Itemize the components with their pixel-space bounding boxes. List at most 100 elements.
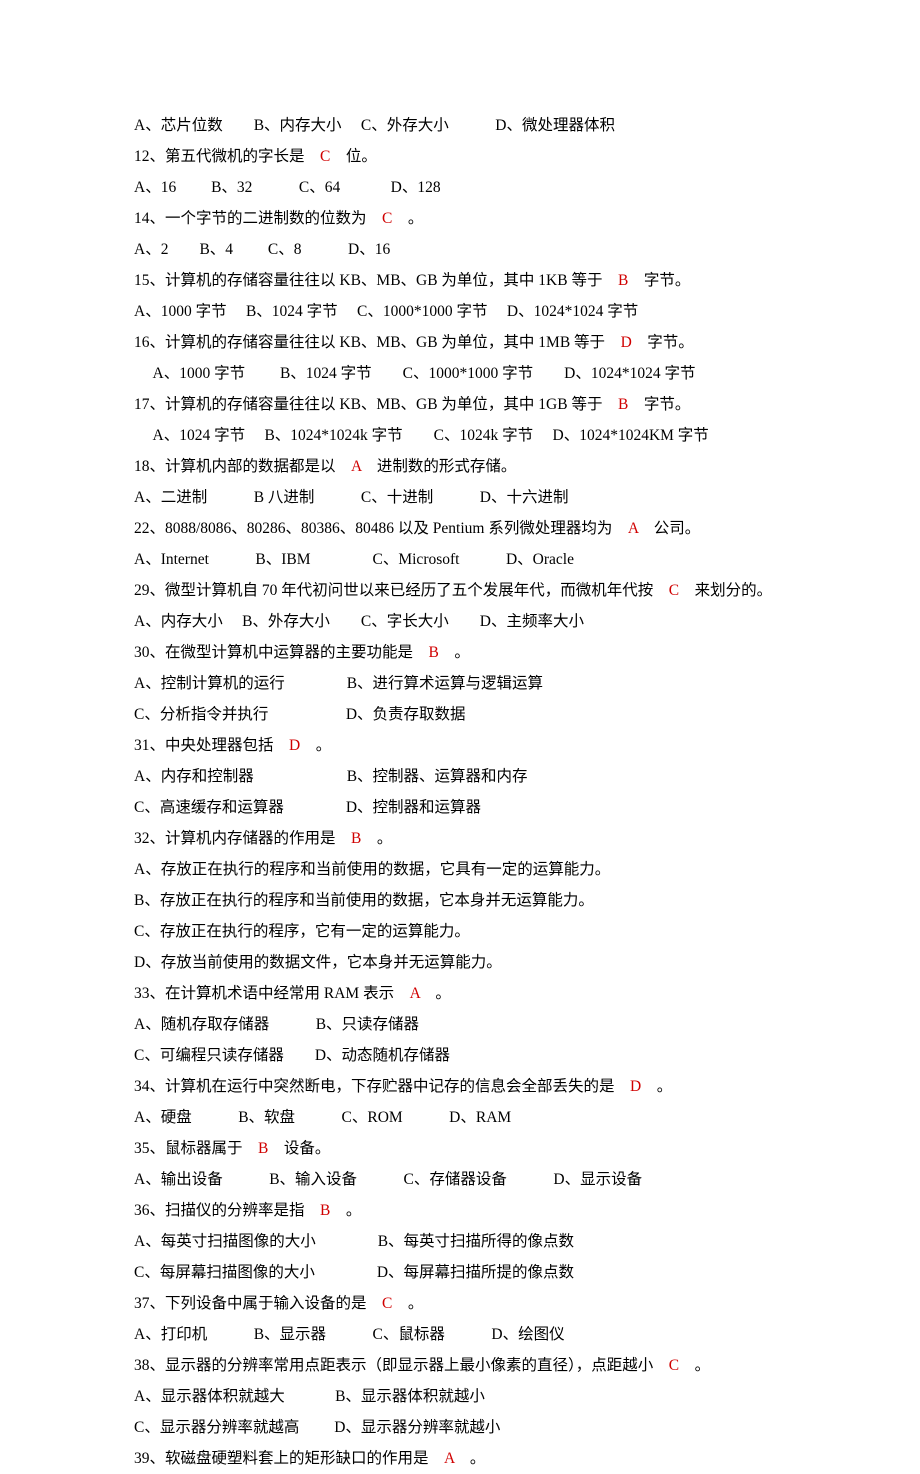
- text-line: C、高速缓存和运算器 D、控制器和运算器: [134, 792, 790, 823]
- text-segment: 31、中央处理器包括: [134, 737, 289, 754]
- text-line: A、内存和控制器 B、控制器、运算器和内存: [134, 761, 790, 792]
- text-segment: A、打印机 B、显示器 C、鼠标器 D、绘图仪: [134, 1326, 565, 1343]
- text-segment: 字节。: [632, 334, 694, 351]
- text-segment: A、二进制 B 八进制 C、十进制 D、十六进制: [134, 489, 568, 506]
- text-segment: A、每英寸扫描图像的大小 B、每英寸扫描所得的像点数: [134, 1233, 574, 1250]
- text-line: 12、第五代微机的字长是 C 位。: [134, 141, 790, 172]
- text-line: 16、计算机的存储容量往往以 KB、MB、GB 为单位，其中 1MB 等于 D …: [134, 327, 790, 358]
- text-segment: 18、计算机内部的数据都是以: [134, 458, 351, 475]
- text-line: A、内存大小 B、外存大小 C、字长大小 D、主频率大小: [134, 606, 790, 637]
- text-segment: 。: [330, 1202, 361, 1219]
- text-segment: 17、计算机的存储容量往往以 KB、MB、GB 为单位，其中 1GB 等于: [134, 396, 618, 413]
- text-line: 34、计算机在运行中突然断电，下存贮器中记存的信息会全部丢失的是 D 。: [134, 1071, 790, 1102]
- text-line: C、分析指令并执行 D、负责存取数据: [134, 699, 790, 730]
- text-line: C、存放正在执行的程序，它有一定的运算能力。: [134, 916, 790, 947]
- text-line: 31、中央处理器包括 D 。: [134, 730, 790, 761]
- text-segment: 32、计算机内存储器的作用是: [134, 830, 351, 847]
- text-line: C、每屏幕扫描图像的大小 D、每屏幕扫描所提的像点数: [134, 1257, 790, 1288]
- text-segment: 37、下列设备中属于输入设备的是: [134, 1295, 382, 1312]
- text-segment: 16、计算机的存储容量往往以 KB、MB、GB 为单位，其中 1MB 等于: [134, 334, 621, 351]
- text-segment: A、硬盘 B、软盘 C、ROM D、RAM: [134, 1109, 511, 1126]
- text-line: 35、鼠标器属于 B 设备。: [134, 1133, 790, 1164]
- text-segment: A、内存大小 B、外存大小 C、字长大小 D、主频率大小: [134, 613, 584, 630]
- text-segment: 。: [392, 1295, 423, 1312]
- text-segment: 字节。: [628, 272, 690, 289]
- text-line: 22、8088/8086、80286、80386、80486 以及 Pentiu…: [134, 513, 790, 544]
- answer-letter: B: [618, 272, 628, 289]
- text-segment: 35、鼠标器属于: [134, 1140, 258, 1157]
- text-segment: 39、软磁盘硬塑料套上的矩形缺口的作用是: [134, 1450, 444, 1467]
- text-line: 17、计算机的存储容量往往以 KB、MB、GB 为单位，其中 1GB 等于 B …: [134, 389, 790, 420]
- text-line: C、显示器分辨率就越高 D、显示器分辨率就越小: [134, 1412, 790, 1443]
- text-line: A、控制计算机的运行 B、进行算术运算与逻辑运算: [134, 668, 790, 699]
- text-line: 29、微型计算机自 70 年代初问世以来已经历了五个发展年代，而微机年代按 C …: [134, 575, 790, 606]
- text-line: 30、在微型计算机中运算器的主要功能是 B 。: [134, 637, 790, 668]
- text-segment: A、1024 字节 B、1024*1024k 字节 C、1024k 字节 D、1…: [134, 427, 709, 444]
- text-segment: 来划分的。: [679, 582, 772, 599]
- text-segment: A、输出设备 B、输入设备 C、存储器设备 D、显示设备: [134, 1171, 642, 1188]
- text-segment: 36、扫描仪的分辨率是指: [134, 1202, 320, 1219]
- text-segment: C、显示器分辨率就越高 D、显示器分辨率就越小: [134, 1419, 500, 1436]
- text-segment: A、2 B、4 C、8 D、16: [134, 241, 390, 258]
- text-segment: 22、8088/8086、80286、80386、80486 以及 Pentiu…: [134, 520, 628, 537]
- text-segment: A、1000 字节 B、1024 字节 C、1000*1000 字节 D、102…: [134, 365, 695, 382]
- text-segment: 。: [679, 1357, 710, 1374]
- text-segment: C、存放正在执行的程序，它有一定的运算能力。: [134, 923, 470, 940]
- text-segment: 。: [300, 737, 331, 754]
- text-segment: A、内存和控制器 B、控制器、运算器和内存: [134, 768, 528, 785]
- text-segment: 。: [392, 210, 423, 227]
- answer-letter: B: [351, 830, 361, 847]
- text-segment: 12、第五代微机的字长是: [134, 148, 320, 165]
- answer-letter: B: [618, 396, 628, 413]
- answer-letter: D: [621, 334, 632, 351]
- answer-letter: C: [669, 1357, 679, 1374]
- text-line: 33、在计算机术语中经常用 RAM 表示 A 。: [134, 978, 790, 1009]
- text-segment: 位。: [330, 148, 377, 165]
- text-line: A、2 B、4 C、8 D、16: [134, 234, 790, 265]
- text-segment: A、1000 字节 B、1024 字节 C、1000*1000 字节 D、102…: [134, 303, 638, 320]
- text-segment: C、分析指令并执行 D、负责存取数据: [134, 706, 466, 723]
- text-segment: 14、一个字节的二进制数的位数为: [134, 210, 382, 227]
- text-line: A、16 B、32 C、64 D、128: [134, 172, 790, 203]
- text-segment: C、高速缓存和运算器 D、控制器和运算器: [134, 799, 481, 816]
- text-line: A、显示器体积就越大 B、显示器体积就越小: [134, 1381, 790, 1412]
- text-segment: 34、计算机在运行中突然断电，下存贮器中记存的信息会全部丢失的是: [134, 1078, 630, 1095]
- text-segment: C、每屏幕扫描图像的大小 D、每屏幕扫描所提的像点数: [134, 1264, 574, 1281]
- text-line: 32、计算机内存储器的作用是 B 。: [134, 823, 790, 854]
- text-line: 36、扫描仪的分辨率是指 B 。: [134, 1195, 790, 1226]
- text-segment: A、随机存取存储器 B、只读存储器: [134, 1016, 419, 1033]
- text-segment: A、16 B、32 C、64 D、128: [134, 179, 441, 196]
- text-line: 38、显示器的分辨率常用点距表示（即显示器上最小像素的直径），点距越小 C 。: [134, 1350, 790, 1381]
- text-line: 39、软磁盘硬塑料套上的矩形缺口的作用是 A 。: [134, 1443, 790, 1474]
- text-line: A、芯片位数 B、内存大小 C、外存大小 D、微处理器体积: [134, 110, 790, 141]
- text-segment: 33、在计算机术语中经常用 RAM 表示: [134, 985, 410, 1002]
- answer-letter: C: [320, 148, 330, 165]
- answer-letter: A: [444, 1450, 454, 1467]
- text-segment: 38、显示器的分辨率常用点距表示（即显示器上最小像素的直径），点距越小: [134, 1357, 669, 1374]
- text-segment: 。: [420, 985, 451, 1002]
- text-segment: 进制数的形式存储。: [361, 458, 516, 475]
- text-line: C、可编程只读存储器 D、动态随机存储器: [134, 1040, 790, 1071]
- text-line: A、1000 字节 B、1024 字节 C、1000*1000 字节 D、102…: [134, 358, 790, 389]
- answer-letter: B: [258, 1140, 268, 1157]
- text-line: 37、下列设备中属于输入设备的是 C 。: [134, 1288, 790, 1319]
- text-line: B、存放正在执行的程序和当前使用的数据，它本身并无运算能力。: [134, 885, 790, 916]
- text-segment: 29、微型计算机自 70 年代初问世以来已经历了五个发展年代，而微机年代按: [134, 582, 669, 599]
- answer-letter: A: [351, 458, 361, 475]
- text-line: 15、计算机的存储容量往往以 KB、MB、GB 为单位，其中 1KB 等于 B …: [134, 265, 790, 296]
- text-line: A、输出设备 B、输入设备 C、存储器设备 D、显示设备: [134, 1164, 790, 1195]
- text-segment: 字节。: [628, 396, 690, 413]
- text-segment: A、芯片位数 B、内存大小 C、外存大小 D、微处理器体积: [134, 117, 615, 134]
- text-segment: A、显示器体积就越大 B、显示器体积就越小: [134, 1388, 485, 1405]
- text-segment: D、存放当前使用的数据文件，它本身并无运算能力。: [134, 954, 502, 971]
- text-line: 14、一个字节的二进制数的位数为 C 。: [134, 203, 790, 234]
- text-segment: A、控制计算机的运行 B、进行算术运算与逻辑运算: [134, 675, 543, 692]
- answer-letter: C: [382, 210, 392, 227]
- text-segment: B、存放正在执行的程序和当前使用的数据，它本身并无运算能力。: [134, 892, 594, 909]
- text-line: D、存放当前使用的数据文件，它本身并无运算能力。: [134, 947, 790, 978]
- answer-letter: B: [320, 1202, 330, 1219]
- text-segment: 。: [439, 644, 470, 661]
- text-line: A、Internet B、IBM C、Microsoft D、Oracle: [134, 544, 790, 575]
- text-line: A、二进制 B 八进制 C、十进制 D、十六进制: [134, 482, 790, 513]
- text-segment: 公司。: [638, 520, 700, 537]
